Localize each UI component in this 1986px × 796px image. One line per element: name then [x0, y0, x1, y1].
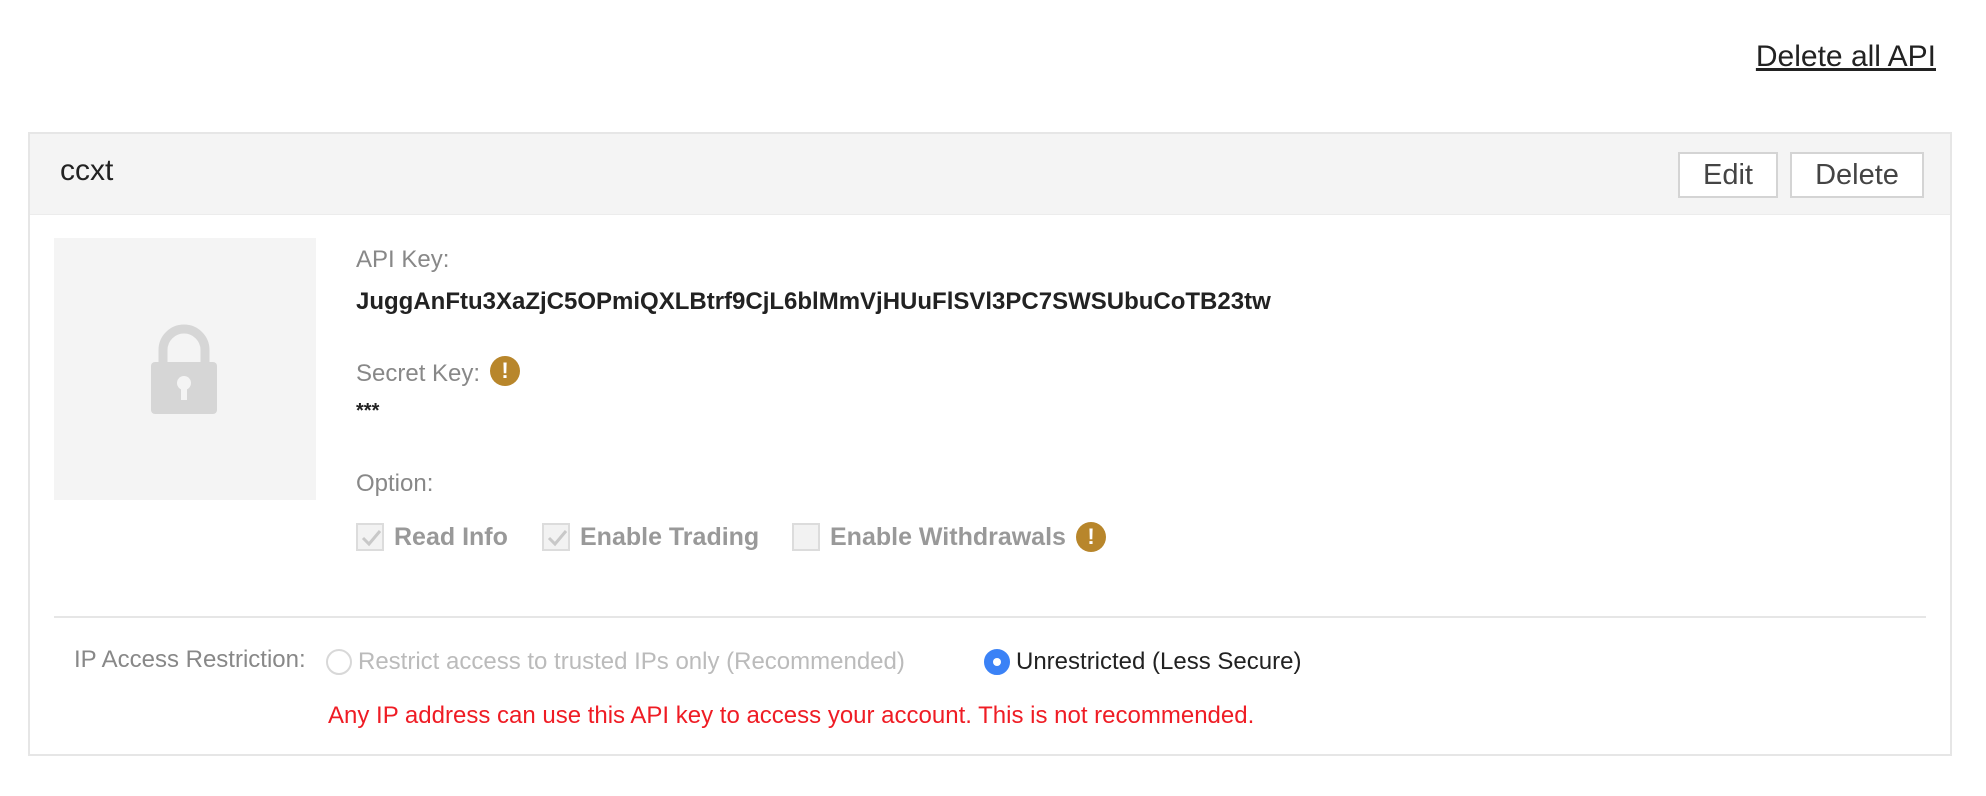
unrestricted-radio-label: Unrestricted (Less Secure)	[1016, 648, 1302, 675]
api-management-page: Delete all API ccxt Edit Delete API Key:…	[0, 0, 1986, 796]
radio-restrict-trusted-ips[interactable]: Restrict access to trusted IPs only (Rec…	[326, 646, 905, 678]
read-info-checkbox[interactable]	[356, 523, 384, 551]
api-name-title: ccxt	[60, 154, 114, 187]
delete-all-api-link[interactable]: Delete all API	[1756, 40, 1936, 74]
read-info-label: Read Info	[394, 522, 508, 551]
secret-key-label: Secret Key:	[356, 360, 481, 387]
withdrawals-warning-icon[interactable]: !	[1076, 522, 1106, 552]
api-card-header: ccxt Edit Delete	[30, 134, 1950, 215]
ip-restriction-label: IP Access Restriction:	[74, 646, 306, 673]
delete-button[interactable]: Delete	[1790, 152, 1924, 198]
secret-key-warning-icon[interactable]: !	[490, 356, 520, 386]
unrestricted-radio-circle[interactable]	[984, 649, 1010, 675]
enable-trading-label: Enable Trading	[580, 522, 760, 551]
option-enable-trading[interactable]: Enable Trading	[542, 520, 759, 554]
option-read-info[interactable]: Read Info	[356, 520, 508, 554]
edit-button[interactable]: Edit	[1678, 152, 1778, 198]
option-enable-withdrawals[interactable]: Enable Withdrawals	[792, 520, 1066, 554]
enable-trading-checkbox[interactable]	[542, 523, 570, 551]
secret-key-value: ***	[356, 400, 380, 422]
restrict-ips-radio-circle[interactable]	[326, 649, 352, 675]
radio-unrestricted[interactable]: Unrestricted (Less Secure)	[984, 646, 1301, 678]
lock-placeholder	[54, 238, 316, 500]
enable-withdrawals-label: Enable Withdrawals	[830, 522, 1066, 551]
api-key-value: JuggAnFtu3XaZjC5OPmiQXLBtrf9CjL6blMmVjHU…	[356, 288, 1271, 315]
lock-icon	[151, 324, 217, 414]
enable-withdrawals-checkbox[interactable]	[792, 523, 820, 551]
api-key-label: API Key:	[356, 246, 450, 273]
api-key-card: ccxt Edit Delete API Key: JuggAnFtu3XaZj…	[28, 132, 1952, 756]
section-divider	[54, 616, 1926, 618]
ip-warning-message: Any IP address can use this API key to a…	[328, 702, 1255, 729]
option-label: Option:	[356, 470, 434, 497]
restrict-ips-radio-label: Restrict access to trusted IPs only (Rec…	[358, 648, 905, 675]
